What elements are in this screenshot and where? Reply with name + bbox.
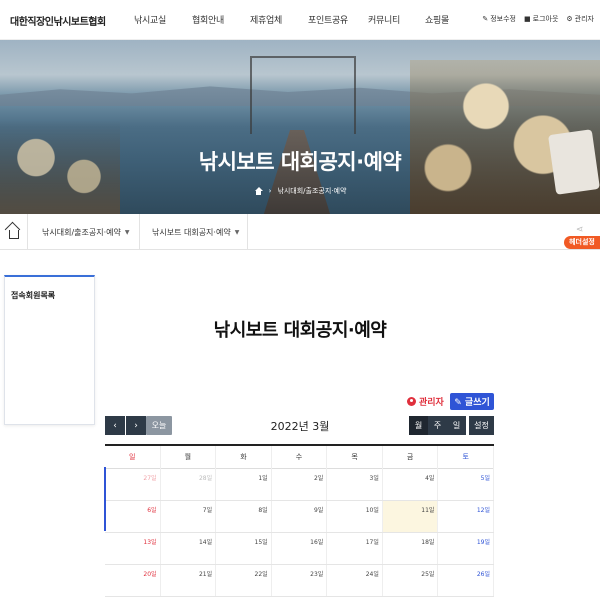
calendar-day-cell[interactable]: 8일: [216, 501, 272, 532]
wrench-icon: ✎: [482, 15, 489, 23]
hero-banner: 낚시보트 대회공지·예약 › 낚시대회/출조공지·예약: [0, 40, 600, 214]
write-button[interactable]: ✎ 글쓰기: [450, 393, 494, 410]
calendar-view-toggle: 월 주 일: [409, 416, 466, 435]
chevron-down-icon: ▼: [124, 228, 130, 236]
calendar-day-cell[interactable]: 16일: [272, 533, 328, 564]
calendar-day-cell[interactable]: 18일: [383, 533, 439, 564]
weekday-tue: 화: [216, 446, 272, 469]
hero-title: 낚시보트 대회공지·예약: [198, 150, 402, 174]
nav-item-association[interactable]: 협회안내: [192, 13, 250, 26]
calendar-day-cell[interactable]: 15일: [216, 533, 272, 564]
calendar-day-cell[interactable]: 22일: [216, 565, 272, 596]
calendar-week-row: 20일 21일 22일 23일 24일 25일 26일: [105, 565, 494, 597]
subnav-dropdown-category-label: 낚시대회/출조공지·예약: [42, 227, 121, 237]
nav-item-community[interactable]: 커뮤니티: [368, 13, 425, 26]
site-logo[interactable]: 대한직장인낚시보트협회: [10, 13, 106, 28]
page-title: 낚시보트 대회공지·예약: [213, 320, 387, 341]
calendar-settings-button[interactable]: 설정: [469, 416, 494, 435]
sub-navigation: 낚시대회/출조공지·예약 ▼ 낚시보트 대회공지·예약 ▼: [0, 214, 600, 250]
main-nav: 낚시교실 협회안내 제휴업체 포인트공유 커뮤니티 쇼핑몰: [134, 13, 465, 26]
edit-profile-link[interactable]: ✎ 정보수정: [482, 14, 516, 24]
view-month-button[interactable]: 월: [409, 416, 428, 435]
gear-icon: ⚙: [566, 15, 573, 23]
nav-item-shop[interactable]: 쇼핑몰: [425, 13, 465, 26]
nav-item-fishing-class[interactable]: 낚시교실: [134, 13, 192, 26]
calendar-day-cell[interactable]: 14일: [161, 533, 217, 564]
calendar-week-row: 6일 7일 8일 9일 10일 11일 12일: [105, 501, 494, 533]
calendar-day-cell[interactable]: 9일: [272, 501, 328, 532]
calendar-day-cell[interactable]: 21일: [161, 565, 217, 596]
calendar-day-cell[interactable]: 4일: [383, 469, 439, 500]
calendar-day-cell[interactable]: 20일: [105, 565, 161, 596]
admin-label-top: 관리자: [574, 15, 594, 23]
logout-label: 로그아웃: [532, 15, 559, 23]
calendar-day-cell[interactable]: 24일: [327, 565, 383, 596]
edit-profile-label: 정보수정: [490, 15, 516, 23]
hero-dock-frame: [250, 56, 356, 134]
subnav-home-button[interactable]: [0, 214, 28, 250]
view-week-button[interactable]: 주: [428, 416, 447, 435]
subnav-dropdown-category[interactable]: 낚시대회/출조공지·예약 ▼: [28, 214, 140, 250]
calendar-day-cell[interactable]: 26일: [438, 565, 494, 596]
top-header: 대한직장인낚시보트협회 낚시교실 협회안내 제휴업체 포인트공유 커뮤니티 쇼핑…: [0, 0, 600, 40]
breadcrumb-separator: ›: [268, 187, 272, 195]
calendar-day-cell[interactable]: 5일: [438, 469, 494, 500]
calendar-week-row: 13일 14일 15일 16일 17일 18일 19일: [105, 533, 494, 565]
weekday-fri: 금: [383, 446, 439, 469]
calendar-day-cell[interactable]: 1일: [216, 469, 272, 500]
admin-button[interactable]: 관리자: [407, 395, 444, 408]
calendar-day-cell[interactable]: 23일: [272, 565, 328, 596]
user-icon: [407, 397, 416, 406]
breadcrumb-current[interactable]: 낚시대회/출조공지·예약: [277, 186, 346, 196]
weekday-sun: 일: [105, 446, 161, 469]
chevron-down-icon: ▼: [234, 228, 240, 236]
calendar-day-cell[interactable]: 28일: [161, 469, 217, 500]
admin-button-label: 관리자: [419, 398, 444, 408]
utility-menu: ✎ 정보수정 ■ 로그아웃 ⚙ 관리자: [482, 14, 594, 24]
home-icon: [8, 229, 19, 239]
share-icon[interactable]: ⋖: [576, 225, 584, 235]
logout-link[interactable]: ■ 로그아웃: [524, 14, 558, 24]
subnav-dropdown-board-label: 낚시보트 대회공지·예약: [152, 227, 231, 237]
calendar-day-cell[interactable]: 3일: [327, 469, 383, 500]
calendar-grid: 일 월 화 수 목 금 토 27일 28일 1일 2일 3일 4일 5일 6일 …: [105, 444, 494, 597]
weekday-sat: 토: [438, 446, 494, 469]
subnav-dropdown-board[interactable]: 낚시보트 대회공지·예약 ▼: [140, 214, 248, 250]
header-settings-button[interactable]: 헤더설정: [564, 236, 600, 249]
online-members-box: 접속회원목록: [4, 275, 95, 425]
calendar-weekday-header: 일 월 화 수 목 금 토: [105, 446, 494, 469]
calendar-day-cell[interactable]: 25일: [383, 565, 439, 596]
admin-link-top[interactable]: ⚙ 관리자: [566, 14, 594, 24]
calendar-day-cell[interactable]: 17일: [327, 533, 383, 564]
calendar-day-cell[interactable]: 27일: [105, 469, 161, 500]
nav-item-partners[interactable]: 제휴업체: [250, 13, 308, 26]
weekday-thu: 목: [327, 446, 383, 469]
calendar-day-cell-today[interactable]: 11일: [382, 501, 439, 532]
calendar-day-cell[interactable]: 6일: [105, 501, 161, 532]
weekday-wed: 수: [272, 446, 328, 469]
lock-icon: ■: [524, 15, 531, 23]
hero-breadcrumb: › 낚시대회/출조공지·예약: [0, 186, 600, 196]
calendar-day-cell[interactable]: 13일: [105, 533, 161, 564]
home-icon[interactable]: [254, 187, 263, 195]
weekday-mon: 월: [161, 446, 217, 469]
nav-item-point-share[interactable]: 포인트공유: [308, 13, 368, 26]
online-members-title: 접속회원목록: [11, 291, 56, 300]
calendar-day-cell[interactable]: 19일: [438, 533, 494, 564]
calendar-selection-bar: [104, 467, 106, 531]
calendar-day-cell[interactable]: 2일: [272, 469, 328, 500]
calendar-week-row: 27일 28일 1일 2일 3일 4일 5일: [105, 469, 494, 501]
calendar-day-cell[interactable]: 12일: [438, 501, 494, 532]
view-day-button[interactable]: 일: [447, 416, 466, 435]
calendar-day-cell[interactable]: 7일: [161, 501, 217, 532]
calendar-day-cell[interactable]: 10일: [327, 501, 383, 532]
